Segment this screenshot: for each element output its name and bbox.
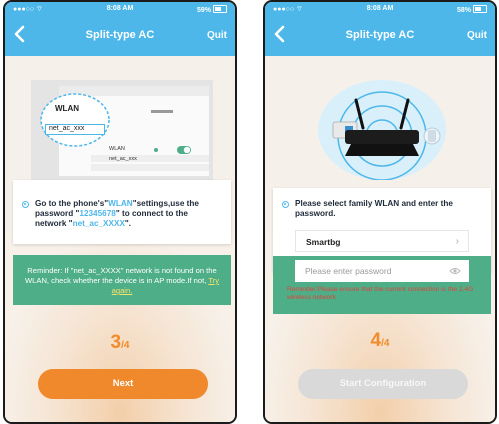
bullet-icon — [282, 201, 289, 208]
battery-status: 59% — [197, 5, 227, 14]
reminder-banner: Reminder: If "net_ac_XXXX" network is no… — [13, 255, 231, 305]
step-indicator: 3/4 — [110, 332, 130, 353]
start-configuration-button[interactable]: Start Configuration — [298, 369, 468, 399]
illus-wlan-label: WLAN — [55, 104, 79, 113]
router-icon — [318, 80, 446, 181]
chevron-right-icon: › — [455, 236, 459, 247]
step-indicator: 4/4 — [370, 330, 390, 351]
status-time: 8:08 AM — [366, 5, 394, 12]
instruction-card: Go to the phone's"WLAN"settings,use the … — [13, 180, 231, 244]
header-bar: ●●●○○ ⌔ 8:08 AM 59% Split-type AC Quit — [5, 2, 235, 56]
header-bar: ●●●○○ ⌔ 8:08 AM 58% Split-type AC Quit — [265, 2, 495, 56]
battery-status: 58% — [457, 5, 487, 14]
phone-screen-left: ●●●○○ ⌔ 8:08 AM 59% Split-type AC Quit W… — [3, 0, 237, 424]
password-placeholder: Please enter password — [305, 266, 392, 276]
reminder-note: Reminder:Please ensure that the current … — [287, 286, 474, 301]
page-title: Split-type AC — [345, 29, 415, 41]
next-button[interactable]: Next — [38, 369, 208, 399]
status-bar: ●●●○○ ⌔ 8:08 AM 58% — [273, 5, 487, 17]
bullet-icon — [22, 201, 29, 208]
instruction-text: Go to the phone's"WLAN"settings,use the … — [35, 199, 199, 228]
eye-icon[interactable] — [449, 267, 461, 275]
quit-button[interactable]: Quit — [467, 30, 487, 41]
wlan-select[interactable]: Smartbg › — [295, 230, 469, 252]
wlan-name: Smartbg — [306, 237, 341, 247]
battery-percent: 59% — [196, 7, 211, 14]
illus-row-wlan: WLAN — [109, 146, 125, 152]
instruction-text: Please select family WLAN and enter the … — [295, 199, 453, 218]
phone-screen-right: ●●●○○ ⌔ 8:08 AM 58% Split-type AC Quit P… — [263, 0, 497, 424]
status-time: 8:08 AM — [106, 5, 134, 12]
illus-network-label: net_ac_xxx — [45, 124, 105, 135]
battery-icon — [213, 5, 227, 13]
illus-row-network: net_ac_xxx — [109, 156, 137, 162]
page-title: Split-type AC — [85, 29, 155, 41]
quit-button[interactable]: Quit — [207, 30, 227, 41]
phone-wifi-illustration: WLAN net_ac_xxx WLAN net_ac_xxx — [31, 80, 213, 180]
router-illustration — [293, 80, 471, 181]
password-input[interactable]: Please enter password — [295, 260, 469, 282]
battery-percent: 58% — [456, 7, 471, 14]
reminder-text: Reminder: If "net_ac_XXXX" network is no… — [24, 266, 217, 285]
battery-icon — [473, 5, 487, 13]
status-bar: ●●●○○ ⌔ 8:08 AM 59% — [13, 5, 227, 17]
